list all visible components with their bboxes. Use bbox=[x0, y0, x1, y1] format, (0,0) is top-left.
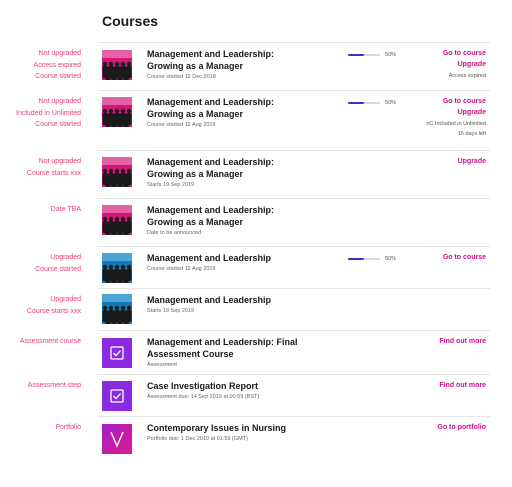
progress-fill bbox=[348, 102, 364, 104]
course-subtitle: Assessment bbox=[147, 362, 177, 368]
status-meta: oC Included in Unlimited bbox=[426, 121, 486, 127]
course-subtitle: Assessment due: 14 Sep 2019 at 00:59 (BS… bbox=[147, 394, 260, 400]
row-divider bbox=[98, 288, 490, 289]
course-title[interactable]: Growing as a Manager bbox=[147, 108, 347, 120]
action-link-go-to-course[interactable]: Go to course bbox=[443, 254, 486, 261]
status-meta: Access expired bbox=[448, 73, 486, 79]
action-link-go-to-course[interactable]: Go to course bbox=[443, 50, 486, 57]
course-title[interactable]: Management and Leadership bbox=[147, 294, 347, 306]
progress-bar bbox=[348, 102, 380, 104]
state-label: Upgraded bbox=[50, 296, 81, 303]
state-label: Included in Unlimited bbox=[16, 109, 81, 117]
state-label: Portfolio bbox=[55, 424, 81, 431]
row-divider bbox=[98, 42, 490, 43]
state-label: Date TBA bbox=[50, 206, 81, 213]
course-title[interactable]: Growing as a Manager bbox=[147, 216, 347, 228]
state-label: Course started bbox=[35, 265, 81, 273]
course-title[interactable]: Case Investigation Report bbox=[147, 380, 347, 392]
course-title[interactable]: Management and Leadership: bbox=[147, 48, 347, 60]
progress-bar bbox=[348, 54, 380, 56]
row-divider bbox=[98, 90, 490, 91]
progress-label: 50% bbox=[385, 52, 397, 58]
course-subtitle: Starts 19 Sep 2019 bbox=[147, 182, 195, 188]
progress-bar bbox=[348, 258, 380, 260]
assessment-icon bbox=[102, 338, 132, 368]
state-label: Assessment step bbox=[27, 382, 81, 389]
portfolio-icon bbox=[102, 424, 132, 454]
course-subtitle: Date to be announced bbox=[147, 230, 202, 236]
state-label: Course started bbox=[35, 121, 81, 128]
course-title[interactable]: Growing as a Manager bbox=[147, 60, 347, 72]
action-link-go-to-portfolio[interactable]: Go to portfolio bbox=[437, 424, 486, 431]
course-subtitle: Course started 12 Aug 2019 bbox=[147, 122, 216, 128]
course-subtitle: Starts 19 Sep 2019 bbox=[147, 308, 195, 314]
row-divider bbox=[98, 330, 490, 331]
row-divider bbox=[98, 416, 490, 417]
action-link-find-out-more[interactable]: Find out more bbox=[439, 338, 486, 345]
state-label: Assessment course bbox=[19, 338, 81, 345]
progress-fill bbox=[348, 54, 364, 56]
state-label: Not upgraded bbox=[38, 158, 81, 165]
course-title[interactable]: Management and Leadership: bbox=[147, 96, 347, 108]
status-meta: 15 days left bbox=[457, 131, 486, 137]
progress-label: 50% bbox=[385, 256, 397, 262]
course-title[interactable]: Management and Leadership: bbox=[147, 156, 347, 168]
progress-fill bbox=[348, 258, 364, 260]
course-title[interactable]: Growing as a Manager bbox=[147, 168, 347, 180]
course-title[interactable]: Management and Leadership: Final bbox=[147, 336, 347, 348]
course-thumbnail bbox=[102, 294, 132, 324]
action-link-upgrade[interactable]: Upgrade bbox=[458, 109, 486, 116]
row-divider bbox=[98, 374, 490, 375]
course-thumbnail bbox=[102, 50, 132, 80]
course-title[interactable]: Assessment Course bbox=[147, 348, 347, 360]
state-label: Access expired bbox=[33, 61, 81, 69]
progress-label: 50% bbox=[385, 100, 397, 106]
state-label: Course starts xxx bbox=[26, 307, 81, 315]
course-title[interactable]: Management and Leadership: bbox=[147, 204, 347, 216]
course-title[interactable]: Management and Leadership bbox=[147, 252, 347, 264]
row-divider bbox=[98, 198, 490, 199]
assessment-icon bbox=[102, 381, 132, 411]
course-subtitle: Portfolio due: 1 Dec 2019 at 01:59 (GMT) bbox=[147, 436, 248, 442]
row-divider bbox=[98, 150, 490, 151]
action-link-go-to-course[interactable]: Go to course bbox=[443, 98, 486, 105]
state-label: Course started bbox=[35, 73, 81, 80]
state-label: Course starts xxx bbox=[26, 169, 81, 177]
action-link-find-out-more[interactable]: Find out more bbox=[439, 382, 486, 389]
action-link-upgrade[interactable]: Upgrade bbox=[458, 61, 486, 68]
page-title: Courses bbox=[102, 13, 159, 29]
state-label: Not upgraded bbox=[38, 98, 81, 105]
course-thumbnail bbox=[102, 205, 132, 235]
course-subtitle: Course started 12 Aug 2019 bbox=[147, 266, 216, 272]
course-thumbnail bbox=[102, 97, 132, 127]
course-subtitle: Course started 12 Dec 2018 bbox=[147, 74, 216, 80]
row-divider bbox=[98, 246, 490, 247]
state-label: Not upgraded bbox=[38, 50, 81, 57]
action-link-upgrade[interactable]: Upgrade bbox=[458, 158, 486, 165]
course-thumbnail bbox=[102, 253, 132, 283]
state-label: Upgraded bbox=[50, 254, 81, 261]
course-thumbnail bbox=[102, 157, 132, 187]
course-title[interactable]: Contemporary Issues in Nursing bbox=[147, 422, 347, 434]
